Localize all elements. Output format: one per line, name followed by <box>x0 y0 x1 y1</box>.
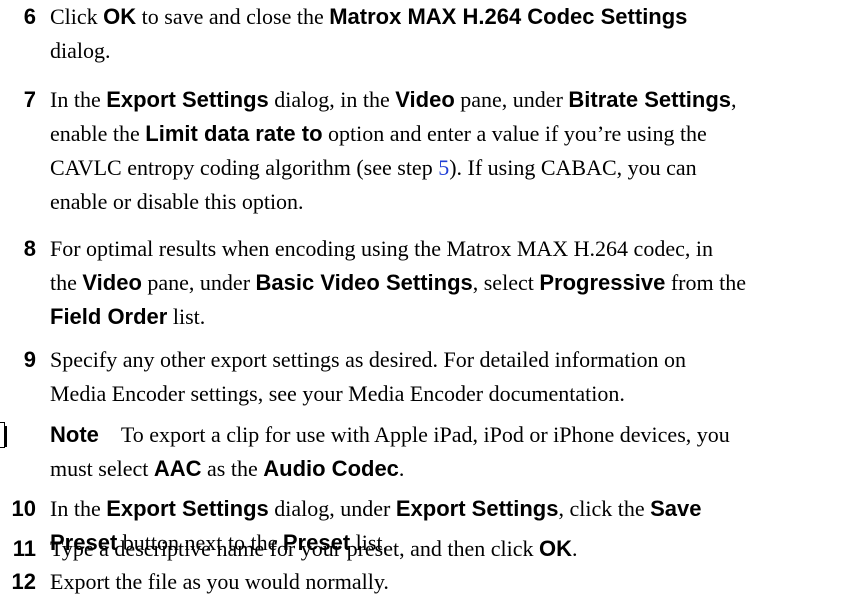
step-text: Type a descriptive name for your preset,… <box>50 536 578 561</box>
note-text: Note To export a clip for use with Apple… <box>50 422 730 481</box>
step-number: 10 <box>11 496 36 521</box>
note-label: Note <box>50 422 99 447</box>
note-icon <box>0 422 7 448</box>
step-number: 11 <box>12 536 36 561</box>
step-text: In the Export Settings dialog, in the Vi… <box>50 87 737 214</box>
step-text: Click OK to save and close the Matrox MA… <box>50 4 688 63</box>
ok-term: OK <box>103 4 137 29</box>
step-number: 7 <box>23 87 36 112</box>
step-number: 12 <box>11 569 36 594</box>
step-5-link[interactable]: 5 <box>438 155 449 180</box>
step-number: 8 <box>23 236 36 261</box>
step-text: Specify any other export settings as des… <box>50 347 687 406</box>
step-text: Export the file as you would normally. <box>50 569 389 594</box>
step-text: For optimal results when encoding using … <box>50 236 746 329</box>
step-number: 9 <box>23 347 36 372</box>
document-page: 6 Click OK to save and close the Matrox … <box>0 0 860 599</box>
dialog-name: Matrox MAX H.264 Codec Settings <box>329 4 688 29</box>
step-number: 6 <box>23 4 36 29</box>
